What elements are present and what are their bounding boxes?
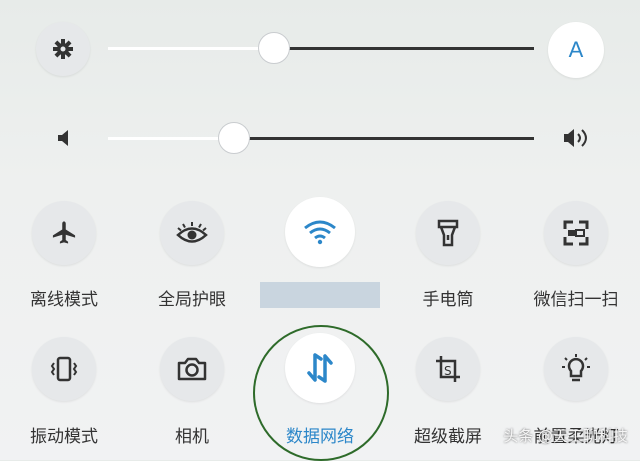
- tile-flashlight[interactable]: [388, 201, 508, 265]
- wifi-button[interactable]: [285, 197, 355, 267]
- volume-high-icon: [562, 126, 594, 154]
- volume-thumb[interactable]: [218, 122, 250, 154]
- tile-label-camera: 相机: [175, 427, 209, 447]
- tile-label-eye: 全局护眼: [158, 290, 226, 310]
- vibrate-button[interactable]: [32, 337, 96, 401]
- tile-wifi[interactable]: [260, 197, 380, 271]
- airplane-icon: [52, 221, 76, 244]
- auto-brightness-label: A: [568, 37, 584, 62]
- watermark: 头条 @天工聊科技: [503, 427, 628, 445]
- brightness-slider[interactable]: [108, 0, 534, 96]
- camera-icon: [177, 357, 207, 381]
- front-light-icon: [562, 354, 590, 382]
- wifi-icon: [304, 220, 336, 245]
- volume-track: [234, 137, 534, 140]
- camera-button[interactable]: [160, 337, 224, 401]
- flashlight-icon: [437, 219, 459, 247]
- tile-airplane-mode[interactable]: [4, 201, 124, 265]
- front-light-button[interactable]: [544, 337, 608, 401]
- svg-text:S: S: [444, 364, 452, 378]
- super-screenshot-button[interactable]: S: [416, 337, 480, 401]
- screenshot-icon: S: [436, 356, 460, 382]
- brightness-thumb[interactable]: [258, 32, 290, 64]
- brightness-track-filled: [108, 47, 274, 50]
- tile-label-wechat-scan: 微信扫一扫: [533, 290, 619, 310]
- brightness-settings-button[interactable]: [36, 22, 90, 76]
- tile-camera[interactable]: [132, 337, 252, 401]
- airplane-mode-button[interactable]: [32, 201, 96, 265]
- tile-label-flashlight: 手电筒: [422, 290, 474, 310]
- volume-track-filled: [108, 137, 234, 140]
- volume-slider[interactable]: [108, 90, 534, 186]
- gear-icon: [53, 39, 73, 59]
- wechat-scan-button[interactable]: [544, 201, 608, 265]
- flashlight-button[interactable]: [416, 201, 480, 265]
- auto-brightness-button[interactable]: A: [548, 22, 604, 78]
- brightness-track: [274, 47, 534, 50]
- tile-super-screenshot[interactable]: S: [388, 337, 508, 401]
- eye-icon: [176, 222, 208, 243]
- tile-vibrate[interactable]: [4, 337, 124, 401]
- eye-protection-button[interactable]: [160, 201, 224, 265]
- volume-low-icon: [56, 128, 74, 152]
- tile-eye-protection[interactable]: [132, 201, 252, 265]
- tile-front-light[interactable]: [516, 337, 636, 401]
- highlight-ring: [253, 325, 389, 461]
- vibrate-icon: [50, 356, 78, 382]
- tile-wechat-scan[interactable]: [516, 201, 636, 265]
- wifi-name-redacted: [260, 282, 380, 308]
- tile-label-airplane: 离线模式: [30, 290, 98, 310]
- tile-label-super-screenshot: 超级截屏: [414, 427, 482, 447]
- scan-icon: [563, 220, 589, 246]
- tile-label-vibrate: 振动模式: [30, 427, 98, 447]
